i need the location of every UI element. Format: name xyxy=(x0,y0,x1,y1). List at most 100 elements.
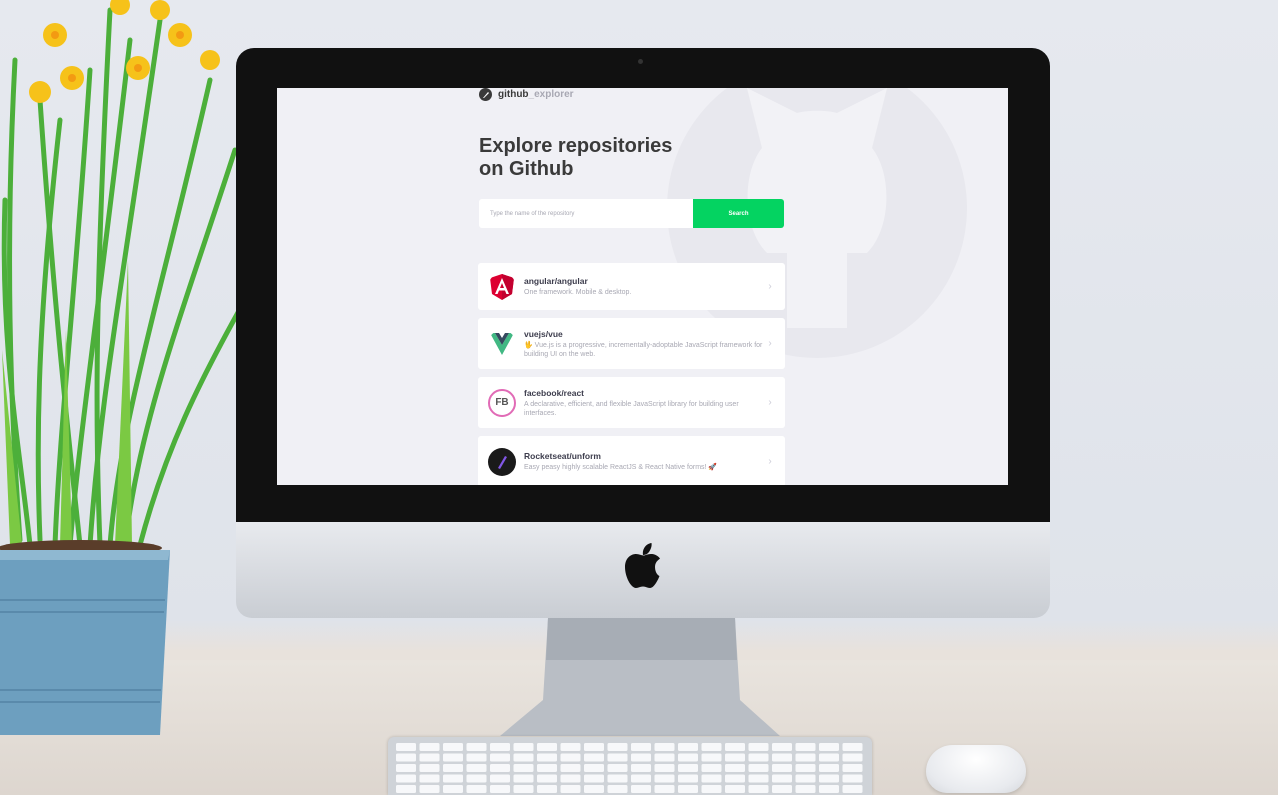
keyboard-key xyxy=(560,753,581,762)
repository-name: facebook/react xyxy=(524,387,584,398)
keyboard-key xyxy=(443,774,463,783)
keyboard-key xyxy=(443,753,463,762)
keyboard-key xyxy=(772,764,792,772)
fb-logo-icon: FB xyxy=(488,388,516,417)
github-explorer-logo-icon xyxy=(479,88,492,101)
keyboard-key xyxy=(795,753,816,762)
keyboard-key xyxy=(654,743,675,751)
keyboard-key xyxy=(490,753,510,762)
keyboard-key xyxy=(537,785,557,793)
chevron-right-icon: › xyxy=(768,338,772,349)
keyboard-key xyxy=(725,785,745,793)
page-title-line-1: Explore repositories xyxy=(479,135,673,157)
keyboard-key xyxy=(513,764,534,772)
keyboard-key xyxy=(513,753,534,762)
keyboard-key xyxy=(419,785,440,793)
keyboard-key xyxy=(631,764,651,772)
keyboard-key xyxy=(513,774,534,783)
keyboard-key xyxy=(654,753,675,762)
keyboard-key xyxy=(654,774,675,783)
keyboard-key xyxy=(772,774,792,783)
keyboard-key xyxy=(396,753,416,762)
keyboard-key xyxy=(819,753,839,762)
repository-name: vuejs/vue xyxy=(524,328,563,339)
keyboard-key xyxy=(466,743,487,751)
keyboard-key xyxy=(725,743,745,751)
page-title: Explore repositories on Github xyxy=(479,135,719,181)
search-button[interactable]: Search xyxy=(693,199,784,228)
keyboard-key xyxy=(678,743,698,751)
keyboard-key xyxy=(490,785,510,793)
keyboard-key xyxy=(748,753,769,762)
repository-item-react[interactable]: FB facebook/react A declarative, efficie… xyxy=(478,377,785,428)
keyboard-key xyxy=(560,764,581,772)
repository-item-unform[interactable]: Rocketseat/unform Easy peasy highly scal… xyxy=(478,436,785,485)
keyboard-key xyxy=(748,764,769,772)
keyboard-key xyxy=(443,743,463,751)
keyboard-key xyxy=(842,743,863,751)
app-screen: github_explorer Explore repositories on … xyxy=(277,88,1008,485)
keyboard-key xyxy=(701,785,722,793)
keyboard-key xyxy=(842,764,863,772)
keyboard-key xyxy=(490,764,510,772)
keyboard-key xyxy=(819,743,839,751)
keyboard-key xyxy=(748,774,769,783)
keyboard-key xyxy=(795,743,816,751)
chevron-right-icon: › xyxy=(768,281,772,292)
keyboard-key xyxy=(537,743,557,751)
keyboard-key xyxy=(537,764,557,772)
repository-item-angular[interactable]: angular/angular One framework. Mobile & … xyxy=(478,263,785,310)
fb-logo-text: FB xyxy=(495,397,509,408)
repository-description: 🖖 Vue.js is a progressive, incrementally… xyxy=(524,341,763,358)
repository-item-vue[interactable]: vuejs/vue 🖖 Vue.js is a progressive, inc… xyxy=(478,318,785,369)
keyboard-key xyxy=(819,774,839,783)
keyboard-key xyxy=(419,774,440,783)
chevron-right-icon: › xyxy=(768,456,772,467)
keyboard-key xyxy=(701,743,722,751)
keyboard-key xyxy=(396,785,416,793)
keyboard-key xyxy=(725,753,745,762)
keyboard-key xyxy=(466,764,487,772)
keyboard-key xyxy=(584,753,604,762)
keyboard-key xyxy=(560,785,581,793)
keyboard-key xyxy=(490,774,510,783)
keyboard-key xyxy=(772,753,792,762)
keyboard-key xyxy=(513,785,534,793)
brand-suffix: _explorer xyxy=(528,89,574,100)
keyboard-key xyxy=(443,785,463,793)
keyboard-key xyxy=(584,774,604,783)
keyboard-key xyxy=(584,743,604,751)
keyboard-key xyxy=(560,743,581,751)
keyboard-key xyxy=(607,753,628,762)
camera-dot xyxy=(638,59,643,64)
brand-name: github xyxy=(498,89,529,100)
repository-name: angular/angular xyxy=(524,276,588,286)
repository-description: One framework. Mobile & desktop. xyxy=(524,289,632,296)
keyboard-key xyxy=(607,774,628,783)
keyboard-key xyxy=(819,764,839,772)
keyboard-key xyxy=(748,785,769,793)
search-form: Type the name of the repository Search xyxy=(479,199,784,228)
keyboard-key xyxy=(607,743,628,751)
keyboard-key xyxy=(607,785,628,793)
keyboard xyxy=(388,737,872,795)
keyboard-key xyxy=(584,764,604,772)
keyboard-key xyxy=(631,774,651,783)
keyboard-key xyxy=(537,774,557,783)
vue-logo-icon xyxy=(488,329,516,358)
keyboard-key xyxy=(795,785,816,793)
search-input[interactable]: Type the name of the repository xyxy=(479,199,693,228)
keyboard-key xyxy=(466,753,487,762)
keyboard-key xyxy=(396,743,416,751)
keyboard-key xyxy=(513,743,534,751)
keyboard-key xyxy=(396,774,416,783)
keyboard-key xyxy=(725,774,745,783)
keyboard-key xyxy=(678,764,698,772)
keyboard-key xyxy=(772,743,792,751)
keyboard-key xyxy=(466,785,487,793)
keyboard-key xyxy=(678,785,698,793)
chevron-right-icon: › xyxy=(768,397,772,408)
keyboard-key xyxy=(419,764,440,772)
repository-description: A declarative, efficient, and flexible J… xyxy=(524,400,739,417)
repository-description: Easy peasy highly scalable ReactJS & Rea… xyxy=(524,464,718,471)
